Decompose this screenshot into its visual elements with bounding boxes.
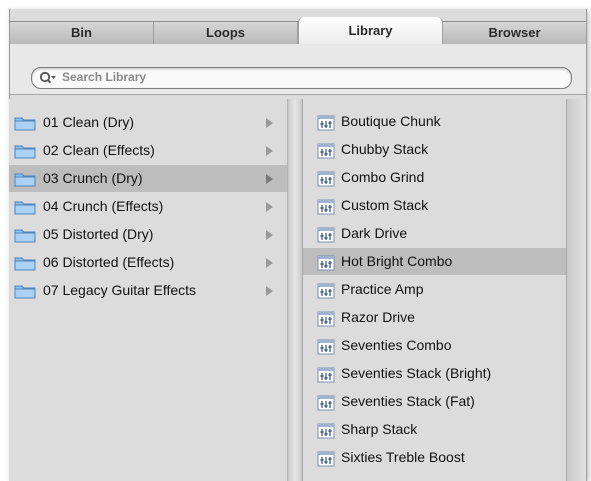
patch-label: Razor Drive [341,309,415,325]
tab-bin[interactable]: Bin [10,22,154,44]
folder-label: 03 Crunch (Dry) [43,170,143,186]
folder-icon [14,285,36,299]
folder-label: 06 Distorted (Effects) [43,254,175,270]
folder-label: 05 Distorted (Dry) [43,226,154,242]
right-column-edge [566,99,586,481]
patch-row[interactable]: Boutique Chunk [303,108,566,135]
patch-row[interactable]: Practice Amp [303,276,566,303]
folder-row[interactable]: 04 Crunch (Effects) [9,193,287,220]
folder-icon [14,229,36,243]
magnifier-with-dropdown-icon[interactable] [39,70,57,86]
folder-row[interactable]: 03 Crunch (Dry) [9,165,287,192]
folder-label: 01 Clean (Dry) [43,114,135,130]
channel-strip-setting-icon [317,339,335,355]
patch-label: Seventies Stack (Bright) [341,365,492,381]
patch-row[interactable]: Custom Stack [303,192,566,219]
folder-icon [14,201,36,215]
search-placeholder: Search Library [62,70,147,84]
patch-label: Custom Stack [341,197,429,213]
channel-strip-setting-icon [317,227,335,243]
patch-row[interactable]: Sixties Treble Boost [303,444,566,471]
disclosure-arrow-icon [266,174,273,184]
folder-icon [14,117,36,131]
patch-label: Hot Bright Combo [341,253,453,269]
patch-label: Boutique Chunk [341,113,441,129]
channel-strip-setting-icon [317,367,335,383]
folder-row[interactable]: 06 Distorted (Effects) [9,249,287,276]
disclosure-arrow-icon [266,258,273,268]
patch-row[interactable]: Hot Bright Combo [303,248,566,275]
patch-row[interactable]: Seventies Combo [303,332,566,359]
patch-label: Practice Amp [341,281,424,297]
folder-label: 07 Legacy Guitar Effects [43,282,197,298]
channel-strip-setting-icon [317,143,335,159]
patch-label: Seventies Combo [341,337,452,353]
folder-icon [14,173,36,187]
patch-row[interactable]: Sharp Stack [303,416,566,443]
folder-row[interactable]: 01 Clean (Dry) [9,109,287,136]
channel-strip-setting-icon [317,423,335,439]
disclosure-arrow-icon [266,146,273,156]
patch-row[interactable]: Seventies Stack (Bright) [303,360,566,387]
patch-label: Chubby Stack [341,141,429,157]
disclosure-arrow-icon [266,286,273,296]
patch-row[interactable]: Chubby Stack [303,136,566,163]
folder-row[interactable]: 05 Distorted (Dry) [9,221,287,248]
tab-browser[interactable]: Browser [443,22,586,44]
patch-row[interactable]: Seventies Stack (Fat) [303,388,566,415]
patch-label: Seventies Stack (Fat) [341,393,475,409]
channel-strip-setting-icon [317,395,335,411]
search-field[interactable]: Search Library [31,67,572,89]
folder-icon [14,257,36,271]
patch-label: Sixties Treble Boost [341,449,465,465]
patch-label: Combo Grind [341,169,425,185]
channel-strip-setting-icon [317,115,335,131]
channel-strip-setting-icon [317,283,335,299]
disclosure-arrow-icon [266,202,273,212]
channel-strip-setting-icon [317,171,335,187]
patch-row[interactable]: Razor Drive [303,304,566,331]
tab-library[interactable]: Library [298,17,443,44]
channel-strip-setting-icon [317,311,335,327]
folder-list: 01 Clean (Dry) 02 Clean (Effects) 03 Crunc… [9,99,288,481]
patch-label: Sharp Stack [341,421,418,437]
folder-icon [14,145,36,159]
disclosure-arrow-icon [266,230,273,240]
column-divider[interactable] [288,99,303,481]
folder-row[interactable]: 07 Legacy Guitar Effects [9,277,287,304]
channel-strip-setting-icon [317,451,335,467]
patch-list: Boutique Chunk Chubby Stack Combo Grind Cus… [303,99,566,481]
folder-row[interactable]: 02 Clean (Effects) [9,137,287,164]
patch-row[interactable]: Dark Drive [303,220,566,247]
disclosure-arrow-icon [266,118,273,128]
patch-row[interactable]: Combo Grind [303,164,566,191]
folder-label: 04 Crunch (Effects) [43,198,164,214]
tab-bar: Bin Loops Library Browser [10,17,586,45]
channel-strip-setting-icon [317,255,335,271]
folder-label: 02 Clean (Effects) [43,142,155,158]
patch-label: Dark Drive [341,225,408,241]
tab-loops[interactable]: Loops [154,22,298,44]
channel-strip-setting-icon [317,199,335,215]
